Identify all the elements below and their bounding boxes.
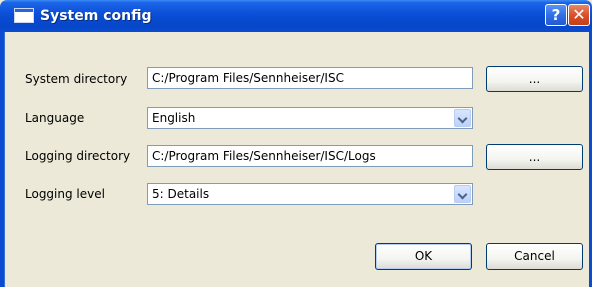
chevron-down-icon[interactable] [454,109,471,127]
logging-directory-label: Logging directory [25,149,131,163]
title-bar[interactable]: System config ? ✕ [0,0,592,32]
window-icon [14,8,34,23]
window-title: System config [40,8,152,24]
language-select-value: English [152,111,196,125]
system-directory-field[interactable]: C:/Program Files/Sennheiser/ISC [147,67,473,89]
system-directory-browse-button[interactable]: ... [486,66,583,92]
chevron-down-icon[interactable] [454,185,471,203]
language-select[interactable]: English [147,107,473,129]
language-label: Language [25,111,85,125]
help-button[interactable]: ? [545,4,567,26]
logging-directory-browse-button[interactable]: ... [486,144,583,170]
logging-directory-field[interactable]: C:/Program Files/Sennheiser/ISC/Logs [147,145,473,167]
window-frame-left [0,32,5,287]
system-config-dialog: System config ? ✕ System directory C:/Pr… [0,0,592,287]
close-button[interactable]: ✕ [568,4,590,26]
ok-button[interactable]: OK [375,243,472,270]
logging-level-label: Logging level [25,187,105,201]
logging-level-select-value: 5: Details [152,187,210,201]
logging-level-select[interactable]: 5: Details [147,183,473,205]
cancel-button[interactable]: Cancel [486,243,583,270]
system-directory-label: System directory [25,72,128,86]
